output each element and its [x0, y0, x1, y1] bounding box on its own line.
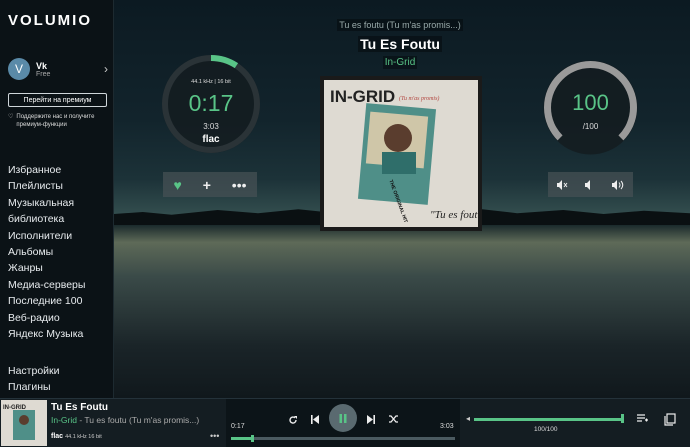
volume-slider[interactable]	[474, 414, 624, 423]
track-subtitle: Tu es foutu (Tu m'as promis...)	[280, 19, 520, 31]
skip-next-icon[interactable]	[366, 414, 376, 425]
track-artist[interactable]: In-Grid	[280, 56, 520, 69]
audio-format: flac	[202, 134, 220, 145]
pause-icon	[339, 413, 347, 423]
sidebar-item-settings[interactable]: Настройки	[8, 363, 60, 379]
audio-quality: 44.1 kHz | 16 bit	[191, 79, 231, 85]
premium-support-note: ♡ Поддержите нас и получите премиум-функ…	[8, 113, 110, 129]
skip-previous-icon[interactable]	[310, 414, 320, 425]
support-text: Поддержите нас и получите премиум-функци…	[16, 114, 95, 128]
volume-dial-info: 100 /100	[538, 55, 643, 160]
seek-bar-fill	[231, 437, 252, 440]
more-icon[interactable]: •••	[210, 431, 219, 441]
album-caption: "Tu es foutu"	[430, 209, 478, 221]
avatar: V	[8, 58, 30, 80]
plus-icon[interactable]: +	[203, 177, 211, 193]
user-info: Vk Free	[36, 61, 104, 78]
bottom-format-text: flac	[51, 433, 64, 440]
album-art-image: IN-GRID (Tu m'as promis) THE ORIGINAL HI…	[324, 80, 488, 227]
volume-slider-handle[interactable]	[621, 414, 624, 423]
ellipsis-icon[interactable]: •••	[232, 177, 247, 193]
volume-value: 100	[572, 90, 609, 115]
user-profile[interactable]: V Vk Free ›	[8, 58, 108, 80]
track-subtitle-text: Tu es foutu (Tu m'as promis...)	[337, 19, 463, 31]
elapsed-time: 0:17	[188, 90, 234, 116]
track-duration: 3:03	[203, 122, 219, 131]
sidebar-item-media-servers[interactable]: Медиа-серверы	[8, 277, 112, 293]
shuffle-icon[interactable]	[388, 414, 399, 424]
sidebar-item-artists[interactable]: Исполнители	[8, 228, 112, 244]
volume-slider-fill	[474, 418, 624, 421]
volumio-logo: VOLUMIO	[8, 12, 92, 29]
track-title-text: Tu Es Foutu	[358, 36, 442, 52]
bottom-player-bar: IN-GRID Tu Es Foutu In-Grid - Tu es fout…	[0, 398, 690, 447]
album-subtitle: (Tu m'as promis)	[399, 95, 439, 102]
library-icon[interactable]	[664, 413, 676, 426]
sidebar-item-music-library-line2[interactable]: библиотека	[8, 211, 112, 227]
heart-icon[interactable]: ♥	[173, 177, 181, 193]
sidebar-item-music-library[interactable]: Музыкальная	[8, 195, 112, 211]
track-artist-text: In-Grid	[382, 56, 418, 69]
bottom-track-subtitle: In-Grid - Tu es foutu (Tu m'as promis...…	[51, 415, 199, 425]
bottom-duration: 3:03	[440, 423, 454, 430]
go-premium-button[interactable]: Перейти на премиум	[8, 93, 107, 107]
repeat-icon[interactable]	[288, 415, 298, 425]
volume-up-icon[interactable]	[611, 179, 625, 191]
user-name: Vk	[36, 60, 48, 71]
sidebar-item-favorites[interactable]: Избранное	[8, 162, 112, 178]
bottom-format: flac 44.1 kHz 16 bit	[51, 433, 102, 440]
sidebar-item-plugins[interactable]: Плагины	[8, 379, 60, 395]
chevron-right-icon[interactable]: ›	[104, 62, 108, 76]
bottom-album-thumb[interactable]: IN-GRID	[1, 400, 47, 446]
bottom-track-name: Tu es foutu (Tu m'as promis...)	[84, 415, 200, 425]
seek-bar[interactable]	[231, 435, 455, 442]
volume-readout: 100/100	[534, 426, 558, 433]
volume-low-icon[interactable]: ◂	[466, 414, 470, 423]
album-art: IN-GRID (Tu m'as promis) THE ORIGINAL HI…	[320, 76, 488, 231]
bottom-track-title: Tu Es Foutu	[51, 402, 109, 413]
sidebar-bottom-nav: Настройки Плагины	[8, 363, 60, 396]
bottom-elapsed: 0:17	[231, 423, 245, 430]
queue-icon[interactable]	[636, 413, 649, 424]
sidebar-item-playlists[interactable]: Плейлисты	[8, 178, 112, 194]
bottom-quality: 44.1 kHz 16 bit	[65, 434, 102, 440]
sidebar-item-yandex-music[interactable]: Яндекс Музыка	[8, 326, 112, 342]
seek-dial-info: 44.1 kHz | 16 bit 0:17 3:03 flac	[157, 50, 265, 158]
sidebar-item-web-radio[interactable]: Веб-радио	[8, 310, 112, 326]
sidebar: VOLUMIO V Vk Free › Перейти на премиум ♡…	[0, 0, 114, 398]
bottom-artist[interactable]: In-Grid	[51, 415, 77, 425]
track-actions: ♥ + •••	[163, 172, 257, 197]
volume-mute-icon[interactable]	[556, 179, 568, 191]
thumb-brand: IN-GRID	[3, 405, 27, 411]
sidebar-item-last-100[interactable]: Последние 100	[8, 293, 112, 309]
pause-button[interactable]	[329, 404, 357, 432]
volume-controls	[548, 172, 633, 197]
playback-controls: 0:17 3:03	[226, 399, 460, 447]
album-brand: IN-GRID	[330, 87, 395, 106]
seek-bar-handle[interactable]	[250, 435, 254, 442]
track-title: Tu Es Foutu	[280, 36, 520, 52]
sidebar-nav: Избранное Плейлисты Музыкальная библиоте…	[8, 162, 112, 342]
volume-down-icon[interactable]	[583, 179, 595, 191]
heart-outline-icon: ♡	[8, 114, 14, 120]
bottom-album-thumb-image: IN-GRID	[1, 400, 47, 446]
volume-max: /100	[582, 122, 599, 131]
sidebar-item-albums[interactable]: Альбомы	[8, 244, 112, 260]
volumio-app: VOLUMIO V Vk Free › Перейти на премиум ♡…	[0, 0, 690, 447]
lake-water	[114, 225, 690, 398]
user-plan: Free	[36, 70, 51, 78]
sidebar-item-genres[interactable]: Жанры	[8, 260, 112, 276]
